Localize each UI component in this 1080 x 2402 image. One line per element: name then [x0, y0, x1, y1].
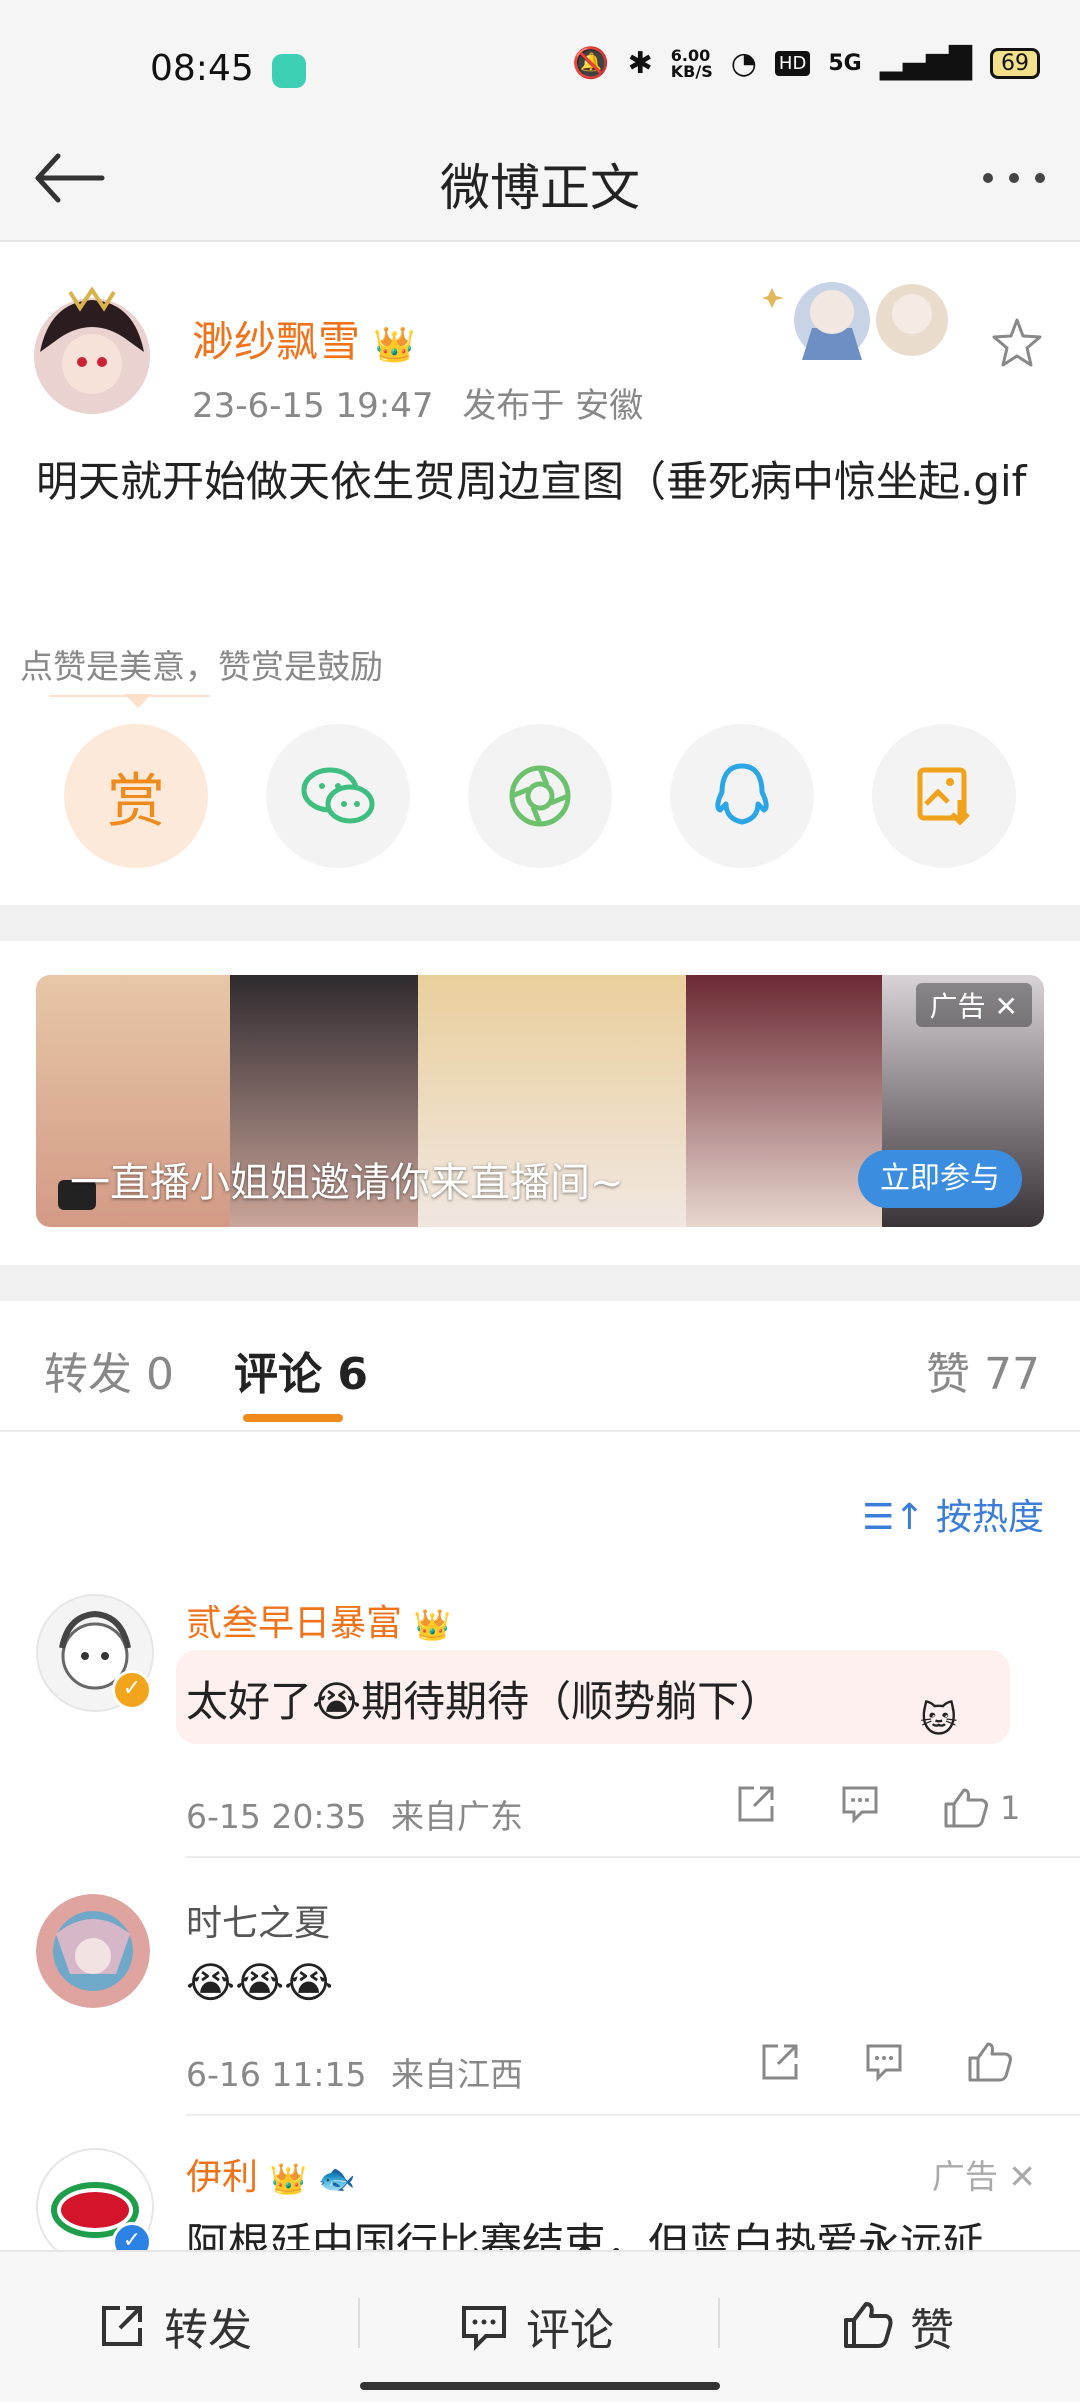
bottom-like-button[interactable]: 赞: [842, 2294, 954, 2358]
post-location: 发布于 安徽: [462, 386, 644, 426]
comment-like-button[interactable]: [966, 2040, 1014, 2092]
section-divider: [0, 905, 1080, 941]
more-icon: [983, 173, 1045, 183]
ad-banner-text: 一直播小姐姐邀请你来直播间~: [70, 1160, 624, 1206]
comment-location: 来自广东: [391, 1797, 523, 1836]
comment-share-icon[interactable]: [758, 2040, 802, 2092]
comment-meta: 6-16 11:15 来自江西: [186, 2048, 523, 2096]
sort-icon: ☰↑: [862, 1497, 925, 1538]
comment-text: 😭😭😭: [186, 1958, 334, 2007]
more-menu-button[interactable]: [974, 158, 1054, 198]
bottom-comment-button[interactable]: 评论: [458, 2294, 614, 2358]
comment-time: 6-16 11:15: [186, 2055, 367, 2094]
section-divider-2: [0, 1265, 1080, 1301]
star-icon: [992, 318, 1042, 367]
tab-like[interactable]: 赞 77: [926, 1338, 1040, 1402]
favorite-star-button[interactable]: [990, 316, 1044, 370]
save-image-icon: [917, 767, 970, 826]
post-time: 23-6-15 19:47: [192, 386, 434, 426]
comment-like-button[interactable]: 1: [942, 1786, 1020, 1830]
tabs-divider: [0, 1430, 1080, 1432]
ad-close-tag[interactable]: 广告 ✕: [915, 983, 1032, 1027]
ad-cta-button[interactable]: 立即参与: [858, 1150, 1022, 1208]
comment-actions: [758, 2040, 1014, 2092]
comment-author[interactable]: 时七之夏: [186, 1894, 330, 1946]
comment-divider: [186, 2114, 1080, 2116]
post-meta: 23-6-15 19:47 发布于 安徽: [192, 378, 643, 427]
sort-button[interactable]: ☰↑ 按热度: [862, 1488, 1044, 1540]
author-avatar[interactable]: [30, 282, 154, 416]
bottom-separator: [358, 2298, 360, 2348]
home-indicator[interactable]: [360, 2382, 720, 2390]
comment-author-text: 贰叁早日暴富: [186, 1603, 403, 1644]
comment-like-count: 1: [1000, 1789, 1021, 1827]
bottom-repost-button[interactable]: 转发: [96, 2294, 252, 2358]
comment-time: 6-15 20:35: [186, 1797, 367, 1836]
thumb-up-icon: [944, 1788, 988, 1828]
bottom-comment-label: 评论: [526, 2305, 614, 2356]
mute-icon: 🔕: [572, 46, 610, 81]
tab-repost[interactable]: 转发 0: [44, 1338, 174, 1402]
repost-icon: [102, 2306, 142, 2346]
net-speed: 6.00 KB/S: [670, 45, 713, 81]
bubble-decoration-icon: 🐱: [920, 1700, 958, 1741]
bluetooth-icon: ✱: [627, 46, 653, 81]
comment-divider: [186, 1856, 1080, 1858]
wechat-icon: [301, 767, 375, 824]
author-name-text: 渺纱飘雪: [192, 317, 361, 366]
status-time: 08:45: [150, 48, 254, 89]
reward-hint: 点赞是美意，赞赏是鼓励: [20, 647, 383, 686]
tab-comment[interactable]: 评论 6: [234, 1338, 368, 1402]
comment-reply-icon[interactable]: [862, 2040, 906, 2092]
hint-pointer: [124, 694, 152, 708]
status-icons: 🔕 ✱ 6.00 KB/S ◔ HD 5G ▂▄▆█ 69: [572, 46, 1040, 81]
reward-button[interactable]: 赏: [64, 724, 208, 868]
share-qq-button[interactable]: [670, 724, 814, 868]
tab-active-indicator: [243, 1414, 343, 1422]
bottom-separator: [718, 2298, 720, 2348]
battery-indicator: 69: [990, 48, 1040, 79]
thumb-up-icon: [968, 2042, 1012, 2082]
comment-reply-icon[interactable]: [838, 1782, 882, 1834]
wifi-icon: ◔: [730, 46, 757, 81]
moments-icon: [509, 765, 571, 827]
hd-badge: HD: [774, 51, 811, 76]
banner-photo-4: [686, 975, 882, 1227]
header-decoration: [762, 268, 998, 374]
share-wechat-button[interactable]: [266, 724, 410, 868]
comment-ad-tag[interactable]: 广告 ✕: [932, 2150, 1036, 2198]
qq-icon: [715, 763, 769, 825]
reward-icon: 赏: [106, 767, 165, 835]
avatar-image: [36, 1894, 150, 2008]
post-text: 明天就开始做天依生贺周边宣图（垂死病中惊坐起.gif: [36, 457, 1027, 506]
decoration-image: [762, 282, 948, 360]
sort-label: 按热度: [935, 1497, 1044, 1538]
comment-text: 太好了😭期待期待（顺势躺下）: [186, 1677, 782, 1726]
signal-label: 5G: [828, 51, 862, 76]
notification-app-icon: [272, 54, 306, 88]
crown-badge-icon: 👑: [413, 1608, 451, 1643]
signal-icon: ▂▄▆█: [879, 46, 972, 81]
comment-icon: [462, 2306, 506, 2351]
page-title: 微博正文: [440, 159, 640, 217]
share-moments-button[interactable]: [468, 724, 612, 868]
crown-badge-icon: 👑: [269, 2162, 307, 2197]
thumb-up-icon: [844, 2302, 893, 2348]
author-name[interactable]: 渺纱飘雪 👑: [192, 308, 416, 369]
comment-author-text: 伊利: [186, 2157, 259, 2198]
comment-avatar[interactable]: [36, 1894, 150, 2008]
comment-share-icon[interactable]: [734, 1782, 778, 1834]
verified-badge-icon: ✓: [112, 1670, 152, 1710]
bottom-like-label: 赞: [910, 2305, 954, 2356]
comment-meta: 6-15 20:35 来自广东: [186, 1790, 523, 1838]
crown-badge-icon: 👑: [373, 325, 416, 365]
bottom-repost-label: 转发: [164, 2305, 252, 2356]
save-image-button[interactable]: [872, 724, 1016, 868]
comment-author[interactable]: 伊利 👑 🐟: [186, 2148, 356, 2200]
comment-location: 来自江西: [391, 2055, 523, 2094]
fish-badge-icon: 🐟: [318, 2162, 356, 2197]
comment-actions: 1: [734, 1782, 1020, 1834]
comment-author[interactable]: 贰叁早日暴富 👑: [186, 1594, 451, 1646]
avatar-image: [34, 286, 150, 414]
